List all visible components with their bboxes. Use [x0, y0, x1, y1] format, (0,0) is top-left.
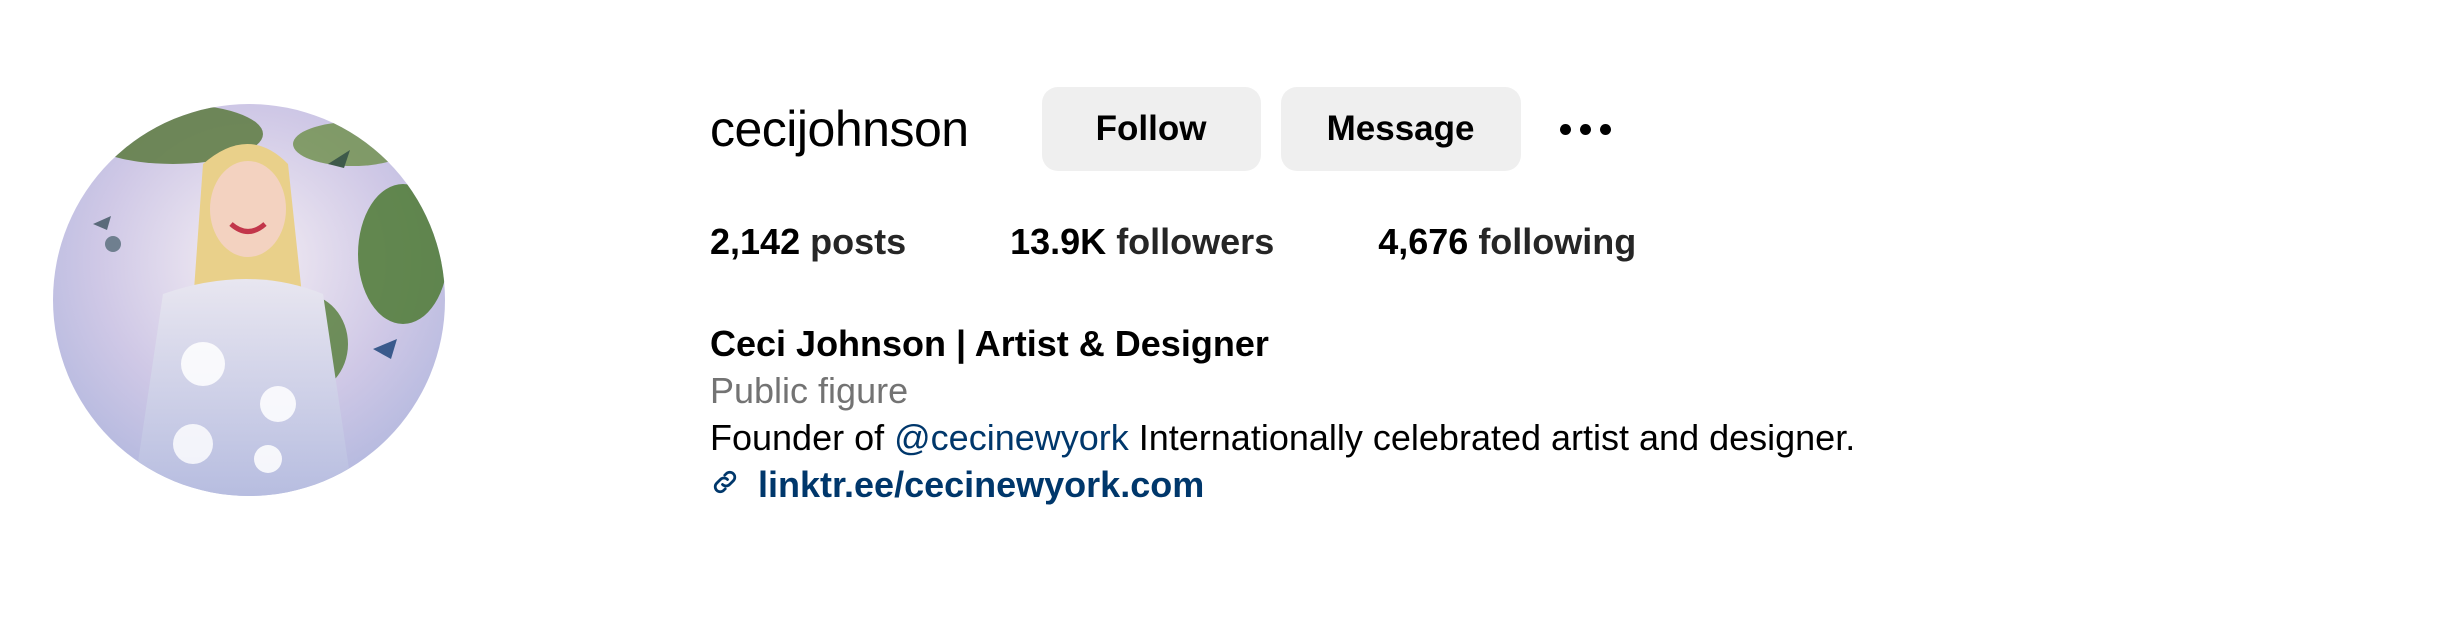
- profile-header: cecijohnson Follow Message 2,142 posts 1…: [0, 0, 2455, 623]
- bio: Ceci Johnson | Artist & Designer Public …: [710, 320, 2310, 508]
- bio-text: Founder of @cecinewyork Internationally …: [710, 414, 2310, 461]
- dot: [1599, 123, 1611, 135]
- dot: [1579, 123, 1591, 135]
- link-icon: [710, 461, 740, 508]
- following-stat[interactable]: 4,676 following: [1378, 224, 1636, 260]
- category-label: Public figure: [710, 370, 909, 411]
- posts-label: posts: [810, 221, 907, 262]
- posts-stat[interactable]: 2,142 posts: [710, 224, 906, 260]
- profile-top-row: cecijohnson Follow Message: [710, 86, 2310, 172]
- display-name: Ceci Johnson | Artist & Designer: [710, 323, 1269, 364]
- more-horizontal-icon[interactable]: [1556, 99, 1615, 159]
- username: cecijohnson: [710, 101, 969, 157]
- message-button[interactable]: Message: [1280, 87, 1521, 171]
- followers-stat[interactable]: 13.9K followers: [1010, 224, 1274, 260]
- following-count: 4,676: [1378, 221, 1469, 262]
- follow-button[interactable]: Follow: [1041, 87, 1261, 171]
- profile-stats: 2,142 posts 13.9K followers 4,676 follow…: [710, 224, 2310, 260]
- following-label: following: [1478, 221, 1637, 262]
- bio-text-suffix: Internationally celebrated artist and de…: [1128, 417, 1856, 458]
- bio-text-prefix: Founder of: [710, 417, 895, 458]
- mention-link[interactable]: @cecinewyork: [894, 417, 1129, 458]
- followers-label: followers: [1116, 221, 1275, 262]
- external-link[interactable]: linktr.ee/cecinewyork.com: [758, 461, 1204, 508]
- avatar-image: [53, 104, 445, 496]
- dot: [1559, 123, 1571, 135]
- avatar[interactable]: [53, 104, 445, 496]
- followers-count: 13.9K: [1010, 221, 1107, 262]
- posts-count: 2,142: [710, 221, 801, 262]
- profile-info: cecijohnson Follow Message 2,142 posts 1…: [710, 86, 2310, 508]
- external-link-row: linktr.ee/cecinewyork.com: [710, 461, 2310, 508]
